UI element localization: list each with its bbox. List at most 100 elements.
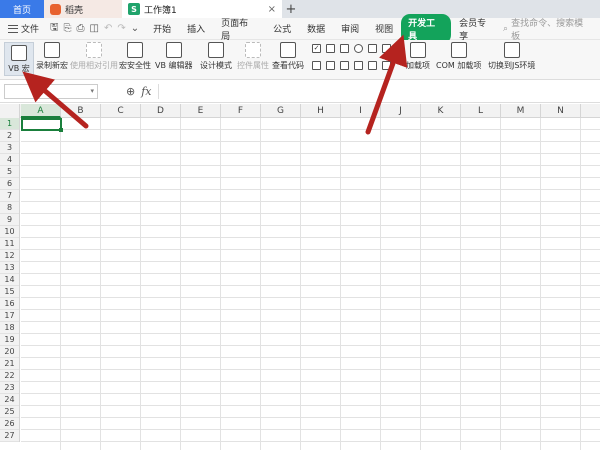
design-mode-button[interactable]: 设计模式 xyxy=(200,42,232,71)
column-header-n[interactable]: N xyxy=(541,104,581,118)
vb-macro-button[interactable]: VB 宏 xyxy=(4,42,34,76)
macro-security-button[interactable]: 宏安全性 xyxy=(119,42,151,71)
image-control-icon[interactable] xyxy=(368,61,377,70)
column-header-m[interactable]: M xyxy=(501,104,541,118)
column-header-j[interactable]: J xyxy=(381,104,421,118)
search-icon: ⌕ xyxy=(503,23,509,34)
preview-icon[interactable]: ◫ xyxy=(90,23,99,34)
select-all-corner[interactable] xyxy=(0,104,20,118)
new-tab-button[interactable]: + xyxy=(282,0,300,18)
row-header-22[interactable]: 22 xyxy=(0,370,19,382)
option-button-control-icon[interactable] xyxy=(354,44,363,53)
spin-control-icon[interactable] xyxy=(326,61,335,70)
row-header-19[interactable]: 19 xyxy=(0,334,19,346)
control-properties-icon xyxy=(245,42,261,58)
label-control-icon[interactable] xyxy=(312,61,321,70)
row-header-10[interactable]: 10 xyxy=(0,226,19,238)
row-header-12[interactable]: 12 xyxy=(0,250,19,262)
command-search[interactable]: ⌕ 查找命令、搜索模板 xyxy=(503,16,600,42)
control-properties-button[interactable]: 控件属性 xyxy=(237,42,269,71)
column-header-f[interactable]: F xyxy=(221,104,261,118)
row-header-13[interactable]: 13 xyxy=(0,262,19,274)
menu-item-developer-tools[interactable]: 开发工具 xyxy=(401,13,452,44)
tab-daoke[interactable]: 稻壳 xyxy=(44,0,122,18)
label-a-control-icon[interactable] xyxy=(354,61,363,70)
menu-item-view[interactable]: 视图 xyxy=(367,22,401,35)
row-header-23[interactable]: 23 xyxy=(0,382,19,394)
menu-item-page-layout[interactable]: 页面布局 xyxy=(213,16,265,42)
row-header-5[interactable]: 5 xyxy=(0,166,19,178)
checkbox-control-icon[interactable] xyxy=(312,44,321,53)
row-header-17[interactable]: 17 xyxy=(0,310,19,322)
chevron-down-icon[interactable]: ⌄ xyxy=(131,23,139,34)
formula-input[interactable] xyxy=(157,84,600,99)
row-header-18[interactable]: 18 xyxy=(0,322,19,334)
switch-js-button[interactable]: 切换到JS环境 xyxy=(488,42,535,71)
menu-item-formulas[interactable]: 公式 xyxy=(265,22,299,35)
export-icon[interactable]: ⎘ xyxy=(64,23,72,34)
relative-reference-button[interactable]: 使用相对引用 xyxy=(70,42,118,71)
save-icon[interactable]: 🖫 xyxy=(50,20,59,37)
view-code-button[interactable]: 查看代码 xyxy=(272,42,304,71)
menu-item-start[interactable]: 开始 xyxy=(145,22,179,35)
column-header-a[interactable]: A xyxy=(21,104,61,118)
row-header-9[interactable]: 9 xyxy=(0,214,19,226)
row-header-24[interactable]: 24 xyxy=(0,394,19,406)
quick-access-toolbar: 🖫 ⎘ ⎙ ◫ ↶ ↷ ⌄ xyxy=(44,20,145,37)
menu-item-data[interactable]: 数据 xyxy=(299,22,333,35)
textbox-control-icon[interactable] xyxy=(326,44,335,53)
record-macro-button[interactable]: 录制新宏 xyxy=(36,42,68,71)
file-menu[interactable]: 文件 xyxy=(0,22,44,35)
menu-item-member[interactable]: 会员专享 xyxy=(451,16,503,42)
name-box[interactable]: ▾ xyxy=(4,84,98,99)
active-cell-a1[interactable] xyxy=(21,118,63,132)
row-header-25[interactable]: 25 xyxy=(0,406,19,418)
row-header-7[interactable]: 7 xyxy=(0,190,19,202)
row-header-11[interactable]: 11 xyxy=(0,238,19,250)
row-header-4[interactable]: 4 xyxy=(0,154,19,166)
row-header-1[interactable]: 1 xyxy=(0,118,19,130)
js-environment-icon xyxy=(503,42,520,58)
column-header-c[interactable]: C xyxy=(101,104,141,118)
row-header-3[interactable]: 3 xyxy=(0,142,19,154)
column-header-e[interactable]: E xyxy=(181,104,221,118)
column-header-d[interactable]: D xyxy=(141,104,181,118)
menu-item-review[interactable]: 审阅 xyxy=(333,22,367,35)
combobox-control-icon[interactable] xyxy=(382,44,391,53)
column-header-b[interactable]: B xyxy=(61,104,101,118)
row-header-21[interactable]: 21 xyxy=(0,358,19,370)
row-header-14[interactable]: 14 xyxy=(0,274,19,286)
addins-button[interactable]: 加载项 xyxy=(406,42,430,71)
undo-icon[interactable]: ↶ xyxy=(104,23,112,34)
row-header-8[interactable]: 8 xyxy=(0,202,19,214)
column-header-g[interactable]: G xyxy=(261,104,301,118)
column-header-k[interactable]: K xyxy=(421,104,461,118)
cell-area[interactable] xyxy=(21,118,600,450)
menu-item-insert[interactable]: 插入 xyxy=(179,22,213,35)
com-addins-button[interactable]: COM 加载项 xyxy=(436,42,481,71)
row-header-20[interactable]: 20 xyxy=(0,346,19,358)
row-header-16[interactable]: 16 xyxy=(0,298,19,310)
vb-editor-button[interactable]: VB 编辑器 xyxy=(155,42,193,71)
column-header-l[interactable]: L xyxy=(461,104,501,118)
close-tab-icon[interactable]: × xyxy=(268,4,276,15)
listbox-control-icon[interactable] xyxy=(368,44,377,53)
addins-label: 加载项 xyxy=(406,61,430,70)
row-header-27[interactable]: 27 xyxy=(0,430,19,442)
scrollbar-control-icon[interactable] xyxy=(340,61,349,70)
tab-home[interactable]: 首页 xyxy=(0,0,44,18)
more-controls-icon[interactable] xyxy=(382,61,391,70)
zoom-icon[interactable]: ⊕ xyxy=(126,85,135,98)
row-header-2[interactable]: 2 xyxy=(0,130,19,142)
redo-icon[interactable]: ↷ xyxy=(117,23,125,34)
print-icon[interactable]: ⎙ xyxy=(77,23,85,34)
column-header-h[interactable]: H xyxy=(301,104,341,118)
row-header-26[interactable]: 26 xyxy=(0,418,19,430)
button-control-icon[interactable] xyxy=(340,44,349,53)
row-header-15[interactable]: 15 xyxy=(0,286,19,298)
row-header-6[interactable]: 6 xyxy=(0,178,19,190)
column-header-i[interactable]: I xyxy=(341,104,381,118)
relative-reference-icon xyxy=(86,42,102,58)
fx-icon[interactable]: fx xyxy=(141,85,151,98)
chevron-down-icon[interactable]: ▾ xyxy=(90,87,94,95)
